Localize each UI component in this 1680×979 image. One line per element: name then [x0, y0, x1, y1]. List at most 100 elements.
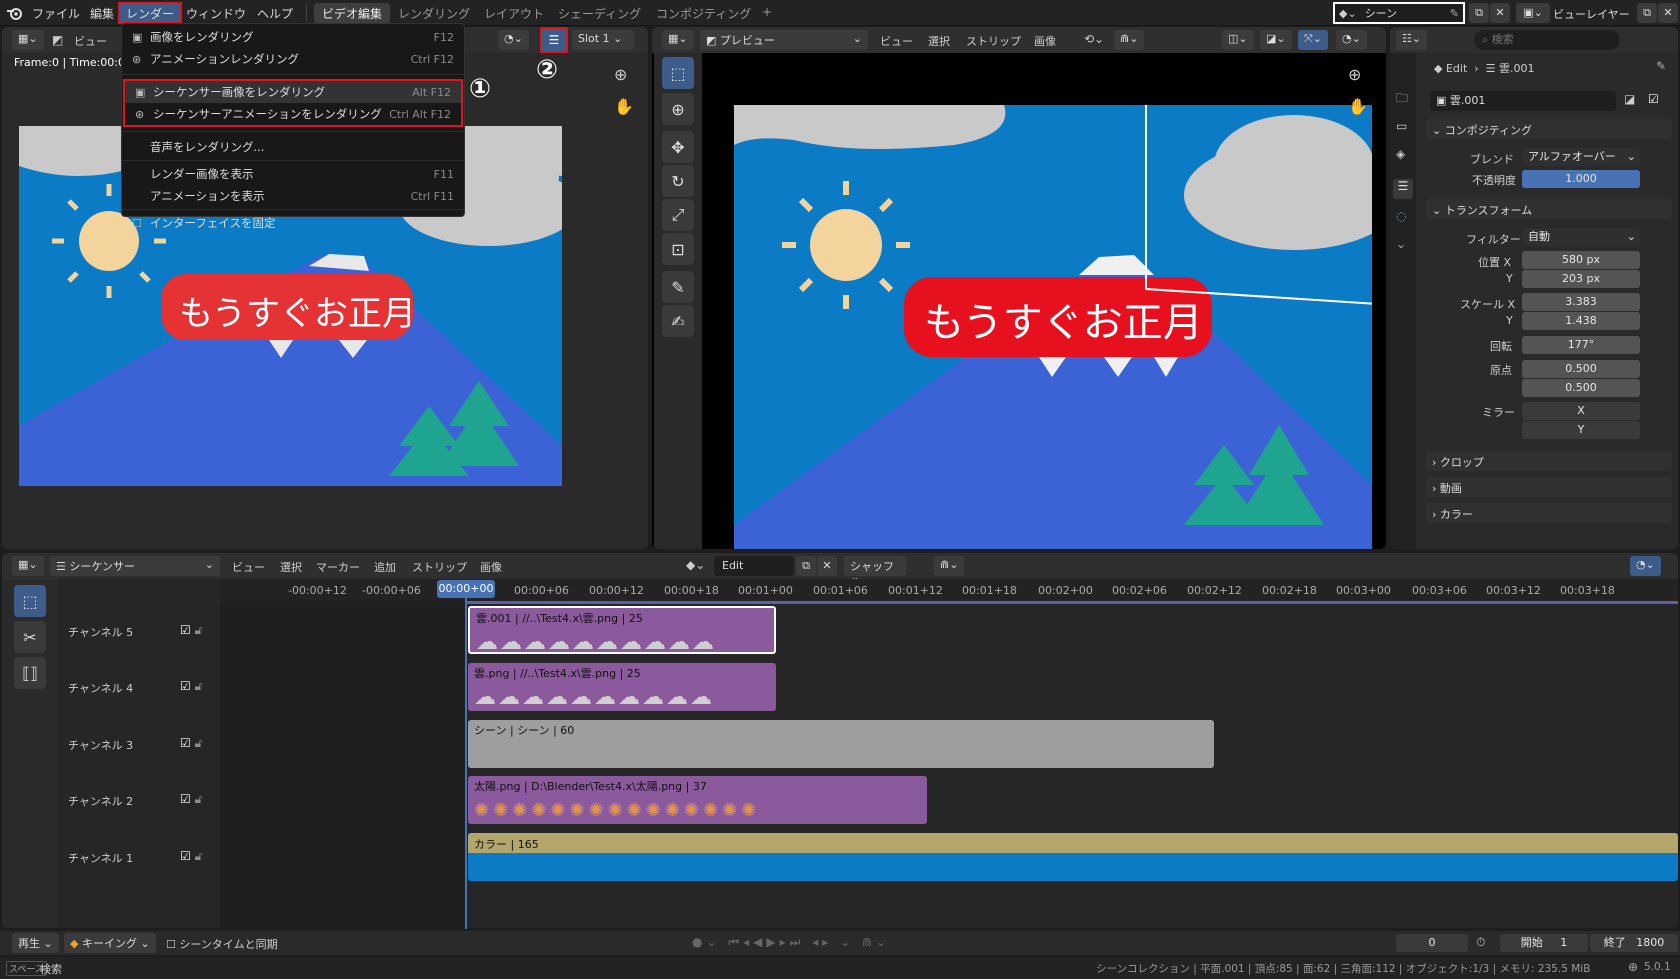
cursor-tool-icon[interactable]: ⊕ — [662, 93, 694, 125]
new-scene-button[interactable]: ⧉ — [1469, 3, 1489, 23]
preview-mode-dropdown[interactable]: ◩ プレビュー ⌄ — [700, 30, 868, 50]
channel-mute-checkbox[interactable]: ☑ 🔓︎ — [180, 792, 202, 807]
channel-mute-checkbox[interactable]: ☑ 🔓︎ — [180, 623, 202, 638]
channels-icon[interactable]: ◫⌄ — [1222, 30, 1254, 50]
lock-icon[interactable]: 🔓︎ — [195, 736, 203, 750]
search-field[interactable]: ⌕ 検索 — [1474, 30, 1620, 50]
lock-icon[interactable]: 🔓︎ — [195, 849, 203, 863]
expand-tabs-icon[interactable]: ⌄ — [1396, 237, 1406, 251]
current-time-badge[interactable]: 00:00+00 — [437, 580, 495, 598]
zoom-icon[interactable]: ⊕ — [1348, 65, 1361, 84]
mute-checkbox[interactable]: ☑ — [1648, 92, 1659, 106]
menu-image[interactable]: 画像 — [480, 559, 502, 575]
tab-shading[interactable]: シェーディング — [550, 3, 649, 23]
pan-hand-icon[interactable]: ✋ — [1348, 97, 1368, 116]
menu-strip[interactable]: ストリップ — [966, 33, 1021, 49]
filter-dropdown[interactable]: 自動 ⌄ — [1522, 228, 1640, 246]
pin-icon[interactable]: ✎ — [1656, 59, 1666, 73]
snap-icon[interactable]: ⋒⌄ — [1114, 30, 1145, 50]
editor-type-icon[interactable]: ☷⌄ — [1396, 30, 1428, 50]
close-button[interactable]: ✕ — [817, 556, 837, 576]
scale-y-field[interactable]: 1.438 — [1522, 312, 1640, 330]
menu-item-render-audio[interactable]: 音声をレンダリング... — [122, 136, 464, 158]
sync-checkbox[interactable]: ☐ シーンタイムと同期 — [166, 936, 278, 952]
transform-tool-icon[interactable]: ⊡ — [662, 233, 694, 265]
view-layer-name[interactable]: ビューレイヤー — [1553, 6, 1630, 22]
slot-selector[interactable]: Slot 1 ⌄ — [572, 30, 634, 50]
snap-icon[interactable]: ⋒⌄ — [934, 556, 965, 576]
view-type-dropdown[interactable]: ☰ シーケンサー ⌄ — [50, 556, 220, 576]
channel-mute-checkbox[interactable]: ☑ 🔓︎ — [180, 736, 202, 751]
blend-dropdown[interactable]: アルファオーバー ⌄ — [1522, 148, 1640, 166]
lock-icon[interactable]: 🔓︎ — [195, 792, 203, 806]
rotation-field[interactable]: 177° — [1522, 336, 1640, 354]
scene-type-icon[interactable]: ◆⌄ — [686, 558, 705, 572]
color-section[interactable]: › カラー — [1426, 503, 1672, 523]
tab-compositing[interactable]: コンポジティング — [648, 3, 759, 23]
lock-icon[interactable]: 🔓︎ — [195, 623, 203, 637]
mirror-y-toggle[interactable]: Y — [1522, 421, 1640, 439]
menu-item-lock-interface[interactable]: ☐ インターフェイスを固定 — [122, 212, 464, 234]
end-frame-field[interactable]: 終了 1800 — [1590, 934, 1678, 952]
strip-color[interactable]: カラー | 165 — [468, 833, 1678, 881]
menu-help[interactable]: ヘルプ — [249, 2, 301, 24]
render-tab-icon[interactable]: ▭ — [1396, 119, 1407, 133]
origin-y-field[interactable]: 0.500 — [1522, 379, 1640, 397]
overlay-icon[interactable]: ◔⌄ — [1630, 556, 1661, 576]
pin-icon[interactable]: ✎ — [1450, 7, 1459, 20]
sample-tool-icon[interactable]: ✎ — [662, 271, 694, 303]
strip-tab-icon[interactable]: ☰ — [1393, 179, 1413, 199]
menu-item-view-animation[interactable]: アニメーションを表示 Ctrl F11 — [122, 185, 464, 207]
delete-scene-button[interactable]: ✕ — [1490, 3, 1510, 23]
compositing-section[interactable]: ⌄ コンポジティング — [1426, 119, 1672, 139]
new-button[interactable]: ⧉ — [796, 556, 816, 576]
menu-item-render-animation[interactable]: ⊛ アニメーションレンダリング Ctrl F12 — [122, 48, 464, 70]
start-frame-field[interactable]: 開始 1 — [1500, 934, 1588, 952]
view-layer-icon[interactable]: ▣⌄ — [1516, 3, 1550, 23]
checkbox-icon[interactable]: ☐ — [132, 217, 150, 230]
strip-name-field[interactable]: ▣ 雲.001 — [1430, 91, 1616, 111]
tab-video-editing[interactable]: ビデオ編集 — [314, 3, 391, 23]
strip-scene[interactable]: シーン | シーン | 60 — [468, 720, 1214, 768]
scale-x-field[interactable]: 3.383 — [1522, 293, 1640, 311]
edit-scene-field[interactable]: Edit — [714, 556, 794, 576]
scene-selector[interactable]: ◆⌄ シーン ✎ — [1333, 2, 1465, 24]
tool-tab-icon[interactable]: 🗀 — [1396, 89, 1408, 110]
delete-view-layer-button[interactable]: ✕ — [1658, 3, 1678, 23]
menu-render[interactable]: レンダー — [118, 2, 183, 24]
view-menu[interactable]: ビュー — [74, 33, 107, 49]
pivot-icon[interactable]: ⟲⌄ — [1084, 32, 1104, 46]
menu-view[interactable]: ビュー — [880, 33, 913, 49]
zoom-icon[interactable]: ⊕ — [614, 65, 627, 84]
scale-tool-icon[interactable]: ⤢ — [662, 199, 694, 231]
menu-item-render-sequencer-animation[interactable]: ⊛ シーケンサーアニメーションをレンダリング Ctrl Alt F12 — [125, 103, 461, 125]
menu-image[interactable]: 画像 — [1034, 33, 1056, 49]
menu-add[interactable]: 追加 — [374, 559, 396, 575]
blade-tool-icon[interactable]: ✂ — [14, 621, 46, 653]
lock-icon[interactable]: 🔓︎ — [195, 679, 203, 693]
opacity-slider[interactable]: 1.000 — [1522, 170, 1640, 188]
menu-item-render-image[interactable]: ▣ 画像をレンダリング F12 — [122, 26, 464, 48]
rotate-tool-icon[interactable]: ↻ — [662, 165, 694, 197]
add-workspace-button[interactable]: + — [754, 3, 780, 23]
shuffle-dropdown[interactable]: シャッフル ⌄ — [844, 556, 906, 589]
menu-item-render-sequencer-image[interactable]: ▣ シーケンサー画像をレンダリング Alt F12 — [125, 81, 461, 103]
gizmo-icon[interactable]: ⤧⌄ — [1298, 30, 1329, 50]
transport-controls[interactable]: ●⌄ ⏮◂◀▶▸⏭ ◂▸ ⌄ ⋒⌄ — [692, 935, 890, 950]
overlay-icon[interactable]: ◔⌄ — [1336, 30, 1367, 50]
slip-tool-icon[interactable]: ⟦⟧ — [14, 657, 46, 689]
menu-select[interactable]: 選択 — [928, 33, 950, 49]
current-frame-field[interactable]: 0 — [1396, 934, 1468, 952]
menu-window[interactable]: ウィンドウ — [178, 2, 254, 24]
strip-cloud-001[interactable]: 雲.001 | //..\Test4.x\雲.png | 25 ☁☁☁☁☁☁☁☁… — [468, 606, 776, 654]
overlay-button[interactable]: ◔⌄ — [498, 30, 529, 50]
annotate-tool-icon[interactable]: ✍ — [662, 305, 694, 337]
editor-type-icon[interactable]: ▦⌄ — [662, 30, 694, 50]
network-icon[interactable]: ⊕ — [1628, 960, 1638, 974]
display-mode-icon[interactable]: ◩ — [52, 33, 63, 47]
position-y-field[interactable]: 203 px — [1522, 270, 1640, 288]
stopwatch-icon[interactable]: ⏱ — [1476, 935, 1485, 950]
tab-rendering[interactable]: レンダリング — [390, 3, 478, 23]
select-tool-icon[interactable]: ⬚ — [14, 585, 46, 617]
new-view-layer-button[interactable]: ⧉ — [1637, 3, 1657, 23]
